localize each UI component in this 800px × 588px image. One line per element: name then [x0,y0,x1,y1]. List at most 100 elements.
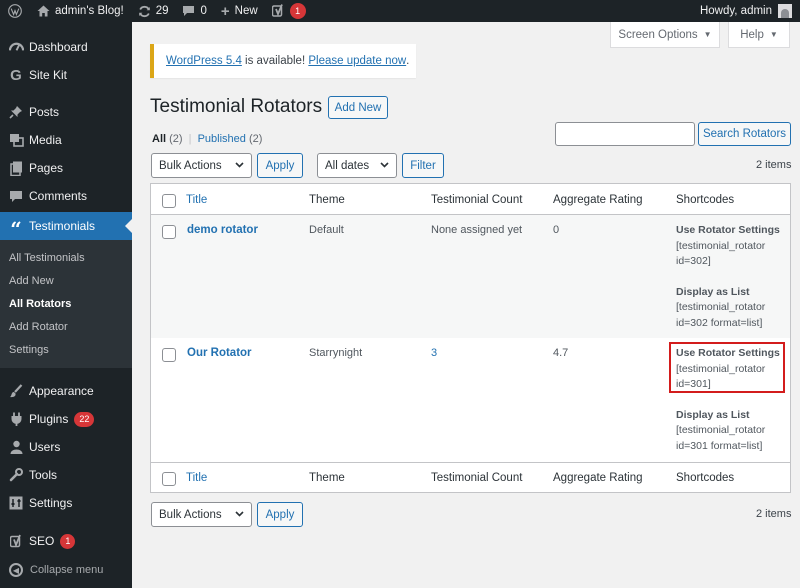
wrench-icon [6,468,26,482]
column-title-footer[interactable]: Title [186,472,207,484]
page-title: Testimonial Rotators [150,96,323,117]
yoast-icon [271,4,285,18]
notice-period: . [406,55,410,67]
filter-button[interactable]: Filter [402,153,444,178]
menu-item-seo[interactable]: SEO 1 [0,527,132,555]
shortcode-settings-code: [testimonial_rotator id=301] [676,362,766,391]
seo-menu-link[interactable]: 1 [265,0,313,22]
column-theme: Theme [309,194,345,206]
plugin-icon [6,412,26,426]
apply-button-top[interactable]: Apply [257,153,303,178]
wordpress-logo-icon [8,4,22,18]
wordpress-logo-button[interactable] [0,0,30,22]
menu-label-posts: Posts [29,105,60,119]
bulk-actions-select-top[interactable]: Bulk Actions [151,153,252,178]
row-theme: Default [309,224,344,236]
table-footer: Title Theme Testimonial Count Aggregate … [151,462,790,493]
menu-item-pages[interactable]: Pages [0,154,132,182]
help-button[interactable]: Help ▼ [728,22,790,48]
status-views: All (2) | Published (2) [152,133,262,145]
menu-label-dashboard: Dashboard [29,40,88,54]
row-shortcodes: Use Rotator Settings [testimonial_rotato… [676,346,788,454]
comment-bubble-icon [182,5,195,17]
user-icon [6,440,26,454]
menu-label-appearance: Appearance [29,384,94,398]
comments-link[interactable]: 0 [175,0,213,22]
update-now-link[interactable]: Please update now [308,55,406,67]
brush-icon [6,384,26,398]
view-separator: | [188,133,192,145]
row-title-link[interactable]: Our Rotator [187,347,252,359]
apply-button-bottom[interactable]: Apply [257,502,303,527]
submenu-settings[interactable]: Settings [9,344,49,356]
view-all-link[interactable]: All [152,133,166,145]
wordpress-version-link[interactable]: WordPress 5.4 [166,55,242,67]
bulk-actions-select-bottom[interactable]: Bulk Actions [151,502,252,527]
new-content-link[interactable]: + New [214,0,265,22]
row-theme: Starrynight [309,347,363,359]
items-count-bottom: 2 items [756,508,792,520]
view-published-count: (2) [248,133,263,145]
shortcode-list-code: [testimonial_rotator id=301 format=list] [676,424,766,452]
chevron-down-icon [235,511,244,517]
column-aggregate-rating-footer: Aggregate Rating [553,472,643,484]
my-account-link[interactable]: Howdy, admin [700,4,800,18]
menu-label-pages: Pages [29,161,64,175]
items-count-top: 2 items [756,159,792,171]
menu-item-site-kit[interactable]: G Site Kit [0,61,132,89]
menu-item-comments[interactable]: Comments [0,182,132,210]
help-label: Help [740,28,764,41]
select-all-checkbox-footer[interactable] [162,472,176,486]
menu-item-users[interactable]: Users [0,433,132,461]
search-input[interactable] [555,122,695,146]
row-checkbox[interactable] [162,348,176,362]
menu-item-settings[interactable]: Settings [0,489,132,517]
screen-options-button[interactable]: Screen Options ▼ [610,22,720,48]
view-published-link[interactable]: Published [198,133,246,145]
submenu-all-testimonials[interactable]: All Testimonials [9,252,85,264]
site-name: admin's Blog! [55,5,124,17]
menu-item-media[interactable]: Media [0,126,132,154]
row-title-link[interactable]: demo rotator [187,224,258,236]
date-filter-select[interactable]: All dates [317,153,397,178]
row-testimonial-count[interactable]: 3 [431,347,437,359]
menu-label-comments: Comments [29,189,88,203]
table-row: Our Rotator Starrynight 3 4.7 Use Rotato… [151,338,790,462]
howdy-text: Howdy, admin [699,5,772,17]
pin-icon [6,105,26,119]
submenu-add-new[interactable]: Add New [9,275,54,287]
collapse-menu-label: Collapse menu [30,564,104,576]
testimonial-count-link[interactable]: 3 [431,347,437,359]
collapse-menu-button[interactable]: ◀ Collapse menu [0,560,132,580]
plugins-update-badge: 22 [74,411,95,427]
shortcode-settings-label: Use Rotator Settings [676,347,780,359]
menu-label-plugins: Plugins [29,412,69,426]
site-name-link[interactable]: admin's Blog! [30,0,131,22]
search-rotators-button[interactable]: Search Rotators [698,122,791,146]
updates-icon [138,5,151,18]
caret-down-icon: ▼ [703,30,712,39]
menu-item-appearance[interactable]: Appearance [0,377,132,405]
quote-icon: “ [10,217,22,241]
select-all-checkbox[interactable] [162,194,176,208]
rotators-table: Title Theme Testimonial Count Aggregate … [150,183,791,493]
menu-item-dashboard[interactable]: Dashboard [0,33,132,61]
column-shortcodes-footer: Shortcodes [676,472,735,484]
menu-item-plugins[interactable]: Plugins 22 [0,405,132,433]
settings-icon [6,496,26,510]
menu-item-testimonials[interactable]: “ Testimonials [0,212,132,240]
menu-item-posts[interactable]: Posts [0,98,132,126]
add-new-button[interactable]: Add New [328,96,388,119]
bulk-actions-value: Bulk Actions [159,159,222,172]
column-title[interactable]: Title [186,194,207,206]
submenu-add-rotator[interactable]: Add Rotator [9,321,68,333]
updates-link[interactable]: 29 [131,0,176,22]
shortcode-settings-label: Use Rotator Settings [676,224,780,236]
notice-text: is available! [241,55,309,67]
row-checkbox[interactable] [162,225,176,239]
comment-icon [6,190,26,203]
submenu-all-rotators[interactable]: All Rotators [9,298,71,310]
menu-item-tools[interactable]: Tools [0,461,132,489]
caret-down-icon: ▼ [769,30,778,39]
shortcode-list-label: Display as List [676,285,750,298]
